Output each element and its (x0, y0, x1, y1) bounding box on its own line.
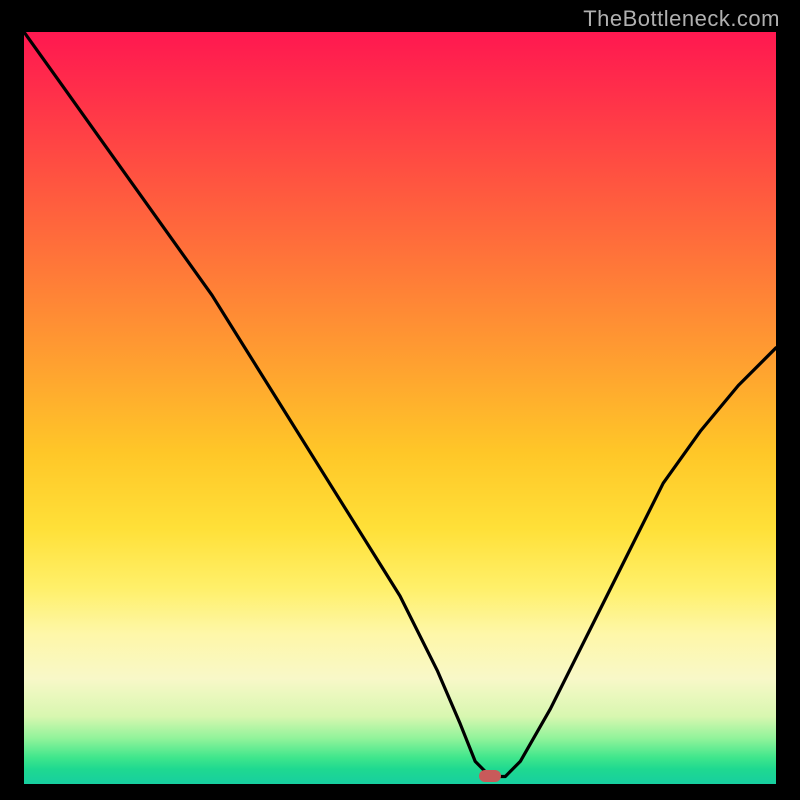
optimal-point-marker (479, 770, 501, 782)
bottleneck-curve-svg (24, 32, 776, 784)
watermark-text: TheBottleneck.com (583, 6, 780, 32)
chart-frame: TheBottleneck.com (0, 0, 800, 800)
plot-area (24, 32, 776, 784)
bottleneck-curve-path (24, 32, 776, 777)
